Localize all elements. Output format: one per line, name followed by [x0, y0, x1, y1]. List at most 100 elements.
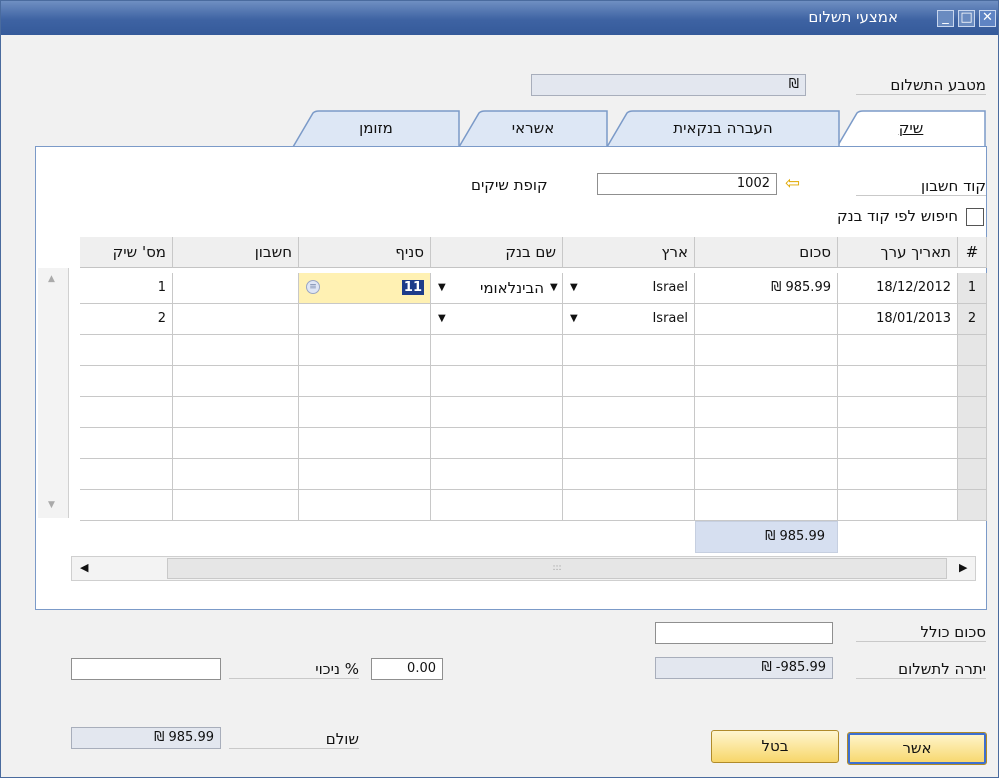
- empty-cell[interactable]: [695, 366, 838, 397]
- empty-cell[interactable]: [299, 490, 431, 521]
- bank-search-checkbox[interactable]: [966, 208, 984, 226]
- empty-cell[interactable]: [173, 397, 299, 428]
- empty-cell[interactable]: [695, 397, 838, 428]
- ok-button[interactable]: אשר: [847, 732, 987, 765]
- empty-cell[interactable]: [299, 397, 431, 428]
- empty-cell[interactable]: [838, 397, 958, 428]
- minimize-icon[interactable]: _: [937, 10, 954, 27]
- row-number[interactable]: 1: [958, 273, 987, 304]
- account-cell[interactable]: [173, 273, 299, 304]
- discount-label: % ניכוי: [229, 660, 359, 679]
- empty-cell[interactable]: [431, 335, 563, 366]
- dropdown-arrow-icon[interactable]: ▼: [438, 313, 446, 324]
- empty-cell[interactable]: [695, 428, 838, 459]
- empty-cell[interactable]: [80, 428, 173, 459]
- bank-search-label: חיפוש לפי קוד בנק: [836, 207, 958, 225]
- empty-cell[interactable]: [838, 490, 958, 521]
- cancel-button[interactable]: בטל: [711, 730, 839, 763]
- account-code-field[interactable]: 1002: [597, 173, 777, 195]
- empty-cell[interactable]: [173, 428, 299, 459]
- value-date-cell[interactable]: 18/01/2013: [838, 304, 958, 335]
- tab-check[interactable]: שיק: [835, 110, 987, 148]
- horizontal-scrollbar[interactable]: ◀ ::: ▶: [71, 556, 976, 581]
- empty-cell[interactable]: [173, 335, 299, 366]
- empty-cell[interactable]: [838, 459, 958, 490]
- empty-cell[interactable]: [431, 459, 563, 490]
- empty-cell[interactable]: [838, 366, 958, 397]
- value-date-cell[interactable]: 18/12/2012: [838, 273, 958, 304]
- empty-cell[interactable]: [695, 459, 838, 490]
- empty-cell[interactable]: [431, 428, 563, 459]
- bank-name-cell[interactable]: [431, 304, 563, 335]
- check-number-cell[interactable]: 1: [80, 273, 173, 304]
- header-check-number: מס' שיק: [80, 237, 173, 268]
- row-number[interactable]: [958, 335, 987, 366]
- bank-name-cell[interactable]: הבינלאומי: [431, 273, 563, 304]
- empty-cell[interactable]: [431, 490, 563, 521]
- header-amount: סכום: [695, 237, 838, 268]
- discount-amount-field[interactable]: [71, 658, 221, 680]
- empty-cell[interactable]: [173, 366, 299, 397]
- window-title: אמצעי תשלום: [808, 8, 898, 26]
- empty-cell[interactable]: [299, 459, 431, 490]
- empty-cell[interactable]: [80, 490, 173, 521]
- amount-total: ₪ 985.99: [695, 521, 838, 553]
- check-number-cell[interactable]: 2: [80, 304, 173, 335]
- tab-bank-transfer[interactable]: העברה בנקאית: [605, 110, 841, 148]
- list-icon[interactable]: ≡: [306, 280, 320, 294]
- country-cell[interactable]: Israel: [563, 304, 695, 335]
- empty-cell[interactable]: [80, 335, 173, 366]
- row-number[interactable]: [958, 428, 987, 459]
- maximize-icon[interactable]: □: [958, 10, 975, 27]
- empty-cell[interactable]: [299, 428, 431, 459]
- empty-cell[interactable]: [299, 366, 431, 397]
- country-cell[interactable]: Israel: [563, 273, 695, 304]
- empty-cell[interactable]: [431, 397, 563, 428]
- empty-cell[interactable]: [563, 335, 695, 366]
- empty-cell[interactable]: [563, 397, 695, 428]
- account-cell[interactable]: [173, 304, 299, 335]
- empty-cell[interactable]: [299, 335, 431, 366]
- close-icon[interactable]: ✕: [979, 10, 996, 27]
- scroll-right-icon[interactable]: ▶: [959, 561, 967, 574]
- empty-cell[interactable]: [431, 366, 563, 397]
- scroll-thumb[interactable]: :::: [167, 558, 947, 579]
- empty-cell[interactable]: [80, 459, 173, 490]
- amount-cell[interactable]: ₪ 985.99: [695, 273, 838, 304]
- empty-cell[interactable]: [563, 366, 695, 397]
- empty-cell[interactable]: [80, 366, 173, 397]
- link-arrow-icon[interactable]: ⇦: [785, 173, 800, 194]
- amount-cell[interactable]: [695, 304, 838, 335]
- row-number[interactable]: [958, 490, 987, 521]
- total-amount-field[interactable]: [655, 622, 833, 644]
- empty-cell[interactable]: [173, 459, 299, 490]
- dropdown-arrow-icon[interactable]: ▼: [550, 282, 558, 293]
- empty-cell[interactable]: [563, 428, 695, 459]
- dropdown-arrow-icon[interactable]: ▼: [570, 313, 578, 324]
- branch-cell[interactable]: [299, 304, 431, 335]
- scroll-down-icon[interactable]: ▼: [48, 500, 55, 510]
- tab-credit[interactable]: אשראי: [457, 110, 609, 148]
- empty-cell[interactable]: [80, 397, 173, 428]
- empty-cell[interactable]: [838, 335, 958, 366]
- row-number[interactable]: [958, 459, 987, 490]
- empty-cell[interactable]: [695, 490, 838, 521]
- row-number[interactable]: [958, 397, 987, 428]
- row-number[interactable]: 2: [958, 304, 987, 335]
- header-row-number: #: [958, 237, 987, 268]
- row-number[interactable]: [958, 366, 987, 397]
- tab-cash[interactable]: מזומן: [291, 110, 461, 148]
- empty-cell[interactable]: [563, 459, 695, 490]
- empty-cell[interactable]: [563, 490, 695, 521]
- empty-cell[interactable]: [695, 335, 838, 366]
- balance-due-field: ₪ -985.99: [655, 657, 833, 679]
- scroll-up-icon[interactable]: ▲: [48, 274, 55, 284]
- vertical-scrollbar[interactable]: ▲ ▼: [38, 268, 69, 518]
- empty-cell[interactable]: [173, 490, 299, 521]
- scroll-left-icon[interactable]: ◀: [80, 561, 88, 574]
- dropdown-arrow-icon[interactable]: ▼: [438, 282, 446, 293]
- header-country: ארץ: [563, 237, 695, 268]
- dropdown-arrow-icon[interactable]: ▼: [570, 282, 578, 293]
- discount-percent-field[interactable]: 0.00: [371, 658, 443, 680]
- empty-cell[interactable]: [838, 428, 958, 459]
